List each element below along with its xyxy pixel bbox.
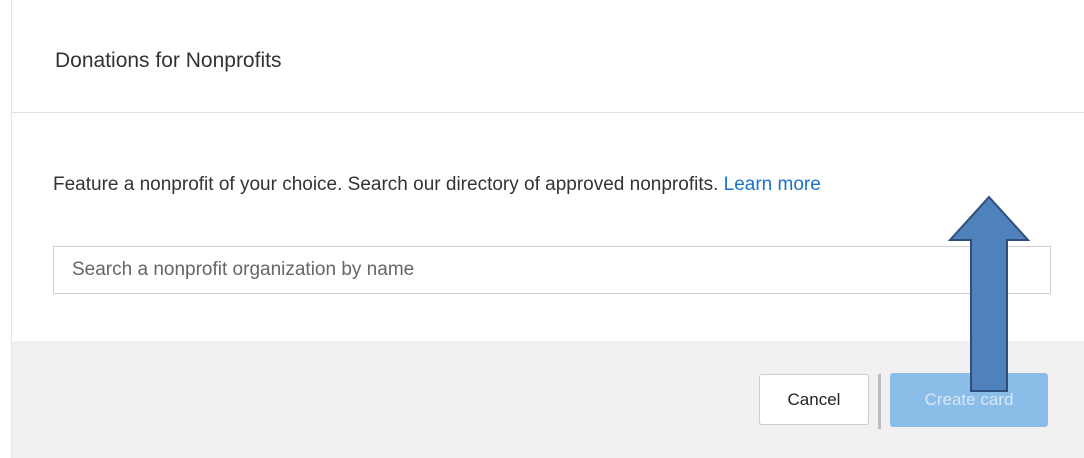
cancel-button[interactable]: Cancel [759, 374, 869, 425]
create-card-button[interactable]: Create card [890, 373, 1048, 427]
dialog-title: Donations for Nonprofits [55, 49, 282, 72]
description-text: Feature a nonprofit of your choice. Sear… [53, 174, 719, 195]
donations-dialog: Donations for Nonprofits Feature a nonpr… [11, 0, 1084, 458]
button-divider [878, 374, 881, 429]
dialog-header: Donations for Nonprofits [12, 0, 1084, 113]
dialog-footer: Cancel Create card [12, 341, 1084, 458]
learn-more-link[interactable]: Learn more [724, 174, 821, 195]
dialog-description: Feature a nonprofit of your choice. Sear… [53, 172, 1063, 198]
nonprofit-search-input[interactable] [53, 246, 1051, 294]
